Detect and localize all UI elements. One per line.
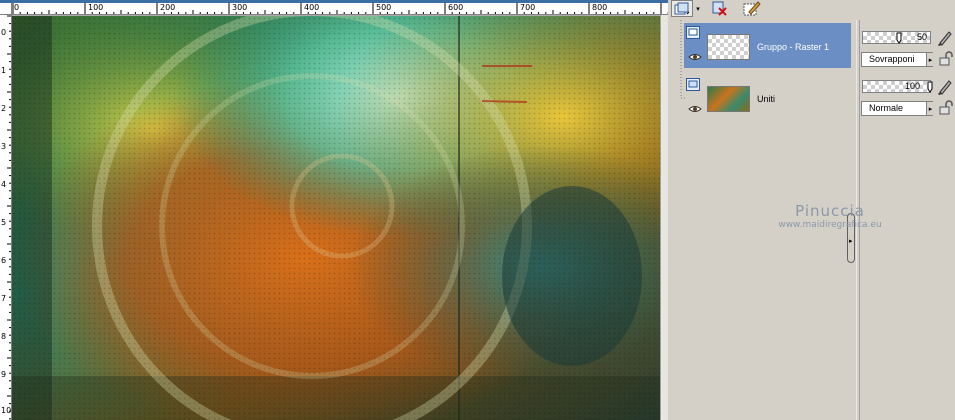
visibility-eye-icon[interactable] (688, 105, 702, 113)
blend-mode-value: Normale (869, 103, 904, 113)
canvas-area: 0 100 200 300 400 500 600 700 800 0 1 2 … (0, 0, 668, 420)
ruler-label: 0 (1, 28, 7, 37)
paint-brush-icon[interactable] (936, 78, 954, 96)
ruler-label: 7 (1, 294, 7, 303)
ruler-label: 700 (520, 3, 536, 12)
ruler-label: 3 (1, 142, 7, 151)
layer-thumbnail[interactable] (707, 86, 750, 112)
layer-group-icon (686, 26, 700, 39)
layer-row-gruppo-raster-1[interactable]: Gruppo - Raster 1 (684, 23, 851, 68)
ruler-label: 1 (1, 66, 7, 75)
ruler-label: 5 (1, 218, 7, 227)
canvas-scrollbar[interactable] (660, 15, 668, 420)
ruler-label: 400 (304, 3, 320, 12)
artwork-image (12, 16, 660, 420)
ruler-label: 300 (232, 3, 248, 12)
watermark: Pinuccia www.maidiregrafica.eu (760, 202, 900, 231)
layer-row-uniti[interactable]: Uniti (684, 75, 851, 120)
blend-mode-arrow[interactable]: ▸ (926, 102, 934, 115)
opacity-handle-icon (927, 81, 933, 93)
delete-layer-icon (712, 1, 727, 16)
vertical-ruler: 0 1 2 3 4 5 6 7 8 9 10 (0, 15, 12, 420)
ruler-label: 200 (160, 3, 176, 12)
splitter-arrow-icon[interactable]: ▸ (849, 237, 853, 245)
ruler-label: 100 (88, 3, 104, 12)
ruler-label: 8 (1, 332, 7, 341)
paint-brush-icon[interactable] (936, 29, 954, 47)
ruler-label: 6 (1, 256, 7, 265)
blend-mode-select[interactable]: Normale (861, 101, 933, 116)
lock-transparency-icon[interactable] (938, 100, 954, 116)
layer-props-gruppo-raster-1: 50 Sovrapponi ▸ (860, 23, 955, 68)
opacity-value: 50 (916, 32, 927, 42)
layers-toolbar: ▾ (669, 0, 955, 18)
opacity-slider[interactable]: 100 (862, 80, 933, 93)
layer-thumbnail[interactable] (707, 34, 750, 60)
ruler-label: 2 (1, 104, 7, 113)
layer-props-uniti: 100 Normale ▸ (860, 72, 955, 117)
blend-mode-value: Sovrapponi (869, 54, 915, 64)
ruler-label: 4 (1, 180, 7, 189)
horizontal-ruler-ticks (12, 3, 668, 14)
ruler-label: 500 (376, 3, 392, 12)
opacity-handle-icon (896, 32, 902, 44)
delete-layer-button[interactable] (709, 0, 731, 17)
edit-icon (743, 1, 761, 16)
ruler-label: 0 (14, 3, 20, 12)
new-layer-button[interactable] (671, 0, 693, 17)
opacity-value: 100 (904, 81, 920, 91)
image-canvas[interactable] (12, 16, 660, 420)
raster-layer-icon (686, 78, 700, 91)
ruler-corner (0, 3, 12, 15)
visibility-eye-icon[interactable] (688, 53, 702, 61)
ruler-label: 600 (448, 3, 464, 12)
paint-program-window: 0 100 200 300 400 500 600 700 800 0 1 2 … (0, 0, 955, 420)
watermark-name: Pinuccia (795, 202, 865, 220)
horizontal-ruler: 0 100 200 300 400 500 600 700 800 (12, 3, 668, 15)
watermark-url: www.maidiregrafica.eu (778, 220, 882, 230)
ruler-label: 9 (1, 370, 7, 379)
ruler-label: 10 (1, 406, 12, 415)
new-layer-dropdown[interactable]: ▾ (694, 0, 702, 17)
layer-name[interactable]: Gruppo - Raster 1 (757, 42, 829, 52)
blend-mode-select[interactable]: Sovrapponi (861, 52, 933, 67)
lock-transparency-icon[interactable] (938, 51, 954, 67)
ruler-label: 800 (592, 3, 608, 12)
opacity-slider[interactable]: 50 (862, 31, 931, 44)
blend-mode-arrow[interactable]: ▸ (926, 53, 934, 66)
edit-selection-button[interactable] (741, 0, 763, 17)
layer-name[interactable]: Uniti (757, 94, 775, 104)
new-layer-icon (674, 2, 690, 14)
